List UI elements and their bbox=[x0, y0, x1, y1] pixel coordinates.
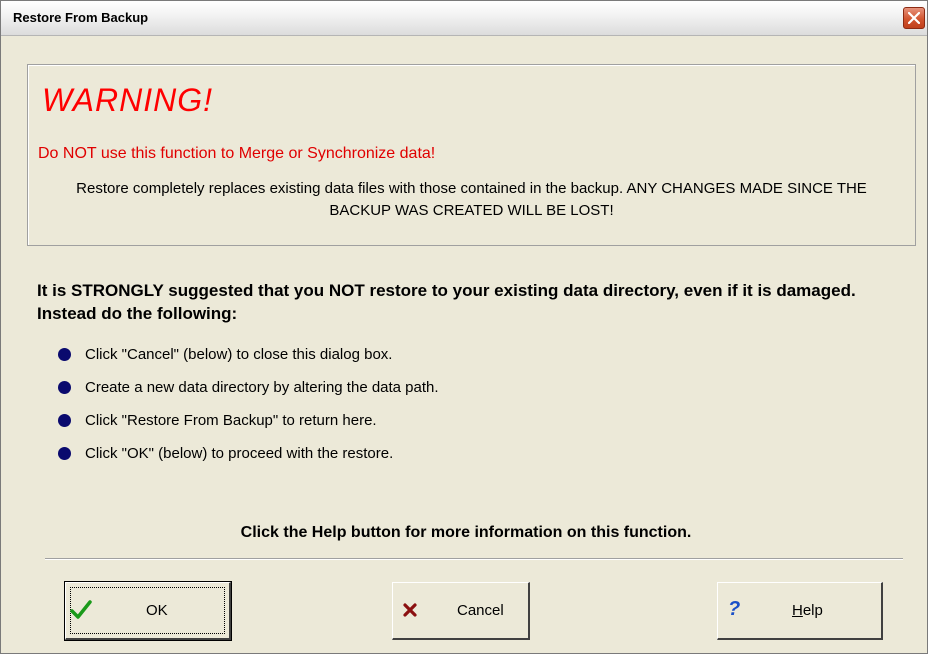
bullet-icon bbox=[58, 447, 71, 460]
advice-text: It is STRONGLY suggested that you NOT re… bbox=[37, 281, 856, 323]
close-button[interactable] bbox=[903, 7, 925, 29]
title-bar[interactable]: Restore From Backup bbox=[1, 1, 927, 36]
bullet-icon bbox=[58, 381, 71, 394]
cancel-label: Cancel bbox=[457, 602, 504, 619]
question-mark-icon: ? bbox=[728, 598, 741, 620]
window-title: Restore From Backup bbox=[13, 10, 149, 25]
checkmark-icon bbox=[70, 600, 92, 619]
warning-body: Restore completely replaces existing dat… bbox=[76, 180, 867, 219]
bullet-icon bbox=[58, 414, 71, 427]
step-text: Click "Cancel" (below) to close this dia… bbox=[85, 346, 393, 363]
help-label-rest: elp bbox=[802, 602, 823, 619]
help-button[interactable]: ? Help bbox=[717, 582, 883, 640]
help-label-accesskey: H bbox=[792, 602, 803, 619]
bullet-icon bbox=[58, 348, 71, 361]
ok-button[interactable]: OK bbox=[64, 581, 232, 641]
help-label: Help bbox=[792, 602, 823, 619]
warning-subtitle: Do NOT use this function to Merge or Syn… bbox=[38, 145, 436, 162]
divider bbox=[45, 558, 903, 560]
warning-panel: WARNING! Do NOT use this function to Mer… bbox=[27, 64, 916, 246]
warning-title: WARNING! bbox=[42, 82, 213, 118]
ok-label: OK bbox=[146, 602, 168, 619]
step-text: Click "OK" (below) to proceed with the r… bbox=[85, 445, 394, 462]
step-text: Click "Restore From Backup" to return he… bbox=[85, 412, 377, 429]
x-icon bbox=[403, 603, 417, 617]
restore-dialog: Restore From Backup WARNING! Do NOT use … bbox=[0, 0, 928, 654]
help-note: Click the Help button for more informati… bbox=[240, 524, 692, 541]
close-icon bbox=[908, 12, 920, 24]
step-text: Create a new data directory by altering … bbox=[85, 379, 439, 396]
cancel-button[interactable]: Cancel bbox=[392, 582, 530, 640]
